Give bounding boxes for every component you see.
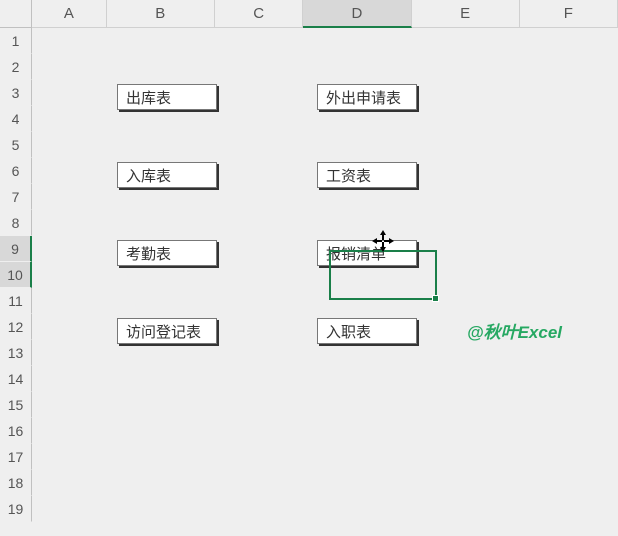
row-header-5[interactable]: 5 (0, 132, 32, 158)
row-header-6[interactable]: 6 (0, 158, 32, 184)
nav-button-outing-request[interactable]: 外出申请表 (317, 84, 417, 110)
button-label: 入库表 (126, 165, 171, 186)
column-header-f[interactable]: F (520, 0, 618, 28)
column-header-e[interactable]: E (412, 0, 520, 28)
nav-button-visitor-log[interactable]: 访问登记表 (117, 318, 217, 344)
column-header-c[interactable]: C (215, 0, 303, 28)
button-label: 入职表 (326, 321, 371, 342)
row-header-1[interactable]: 1 (0, 28, 32, 54)
row-header-15[interactable]: 15 (0, 392, 32, 418)
column-headers: ABCDEF (32, 0, 618, 28)
row-header-10[interactable]: 10 (0, 262, 32, 288)
select-all-corner[interactable] (0, 0, 32, 28)
row-header-4[interactable]: 4 (0, 106, 32, 132)
row-header-13[interactable]: 13 (0, 340, 32, 366)
row-header-19[interactable]: 19 (0, 496, 32, 522)
column-header-a[interactable]: A (32, 0, 107, 28)
row-header-2[interactable]: 2 (0, 54, 32, 80)
row-header-16[interactable]: 16 (0, 418, 32, 444)
row-header-8[interactable]: 8 (0, 210, 32, 236)
button-label: 工资表 (326, 165, 371, 186)
row-header-17[interactable]: 17 (0, 444, 32, 470)
worksheet[interactable]: ABCDEF 12345678910111213141516171819 出库表… (0, 0, 618, 536)
nav-button-reimbursement[interactable]: 报销清单 (317, 240, 417, 266)
nav-button-attendance[interactable]: 考勤表 (117, 240, 217, 266)
row-header-11[interactable]: 11 (0, 288, 32, 314)
button-label: 访问登记表 (126, 321, 201, 342)
button-label: 出库表 (126, 87, 171, 108)
button-label: 外出申请表 (326, 87, 401, 108)
row-header-18[interactable]: 18 (0, 470, 32, 496)
column-header-b[interactable]: B (107, 0, 215, 28)
nav-button-inbound[interactable]: 入库表 (117, 162, 217, 188)
fill-handle[interactable] (432, 295, 439, 302)
row-header-9[interactable]: 9 (0, 236, 32, 262)
row-header-3[interactable]: 3 (0, 80, 32, 106)
grid-body[interactable]: 出库表 入库表 考勤表 访问登记表 外出申请表 工资表 报销清单 入职表 @秋叶… (32, 28, 618, 536)
column-header-d[interactable]: D (303, 0, 411, 28)
nav-button-payroll[interactable]: 工资表 (317, 162, 417, 188)
watermark-text: @秋叶Excel (467, 318, 562, 343)
button-label: 报销清单 (326, 243, 386, 264)
nav-button-onboarding[interactable]: 入职表 (317, 318, 417, 344)
row-header-12[interactable]: 12 (0, 314, 32, 340)
row-header-7[interactable]: 7 (0, 184, 32, 210)
row-headers: 12345678910111213141516171819 (0, 28, 32, 522)
nav-button-outbound[interactable]: 出库表 (117, 84, 217, 110)
row-header-14[interactable]: 14 (0, 366, 32, 392)
button-label: 考勤表 (126, 243, 171, 264)
